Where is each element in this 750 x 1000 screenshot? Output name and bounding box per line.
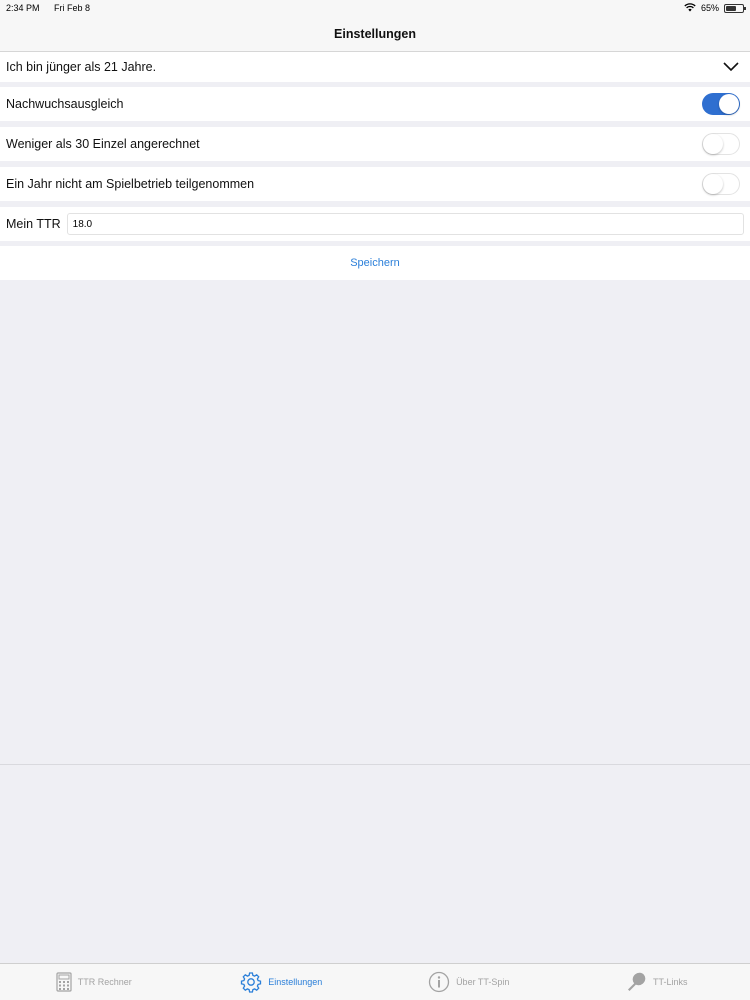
weniger30-toggle[interactable]	[702, 133, 740, 155]
tab-tt-links[interactable]: TT-Links	[563, 964, 750, 1000]
nachwuchs-label: Nachwuchsausgleich	[6, 97, 124, 111]
paddle-icon	[625, 971, 647, 993]
ttr-input[interactable]	[66, 213, 744, 235]
battery-icon	[724, 3, 746, 13]
wifi-icon	[684, 2, 696, 14]
battery-fill	[726, 5, 737, 11]
save-button[interactable]: Speichern	[0, 246, 750, 280]
status-left: 2:34 PM Fri Feb 8	[6, 3, 102, 13]
divider	[0, 764, 750, 765]
setting-row-einjahr: Ein Jahr nicht am Spielbetrieb teilgenom…	[0, 167, 750, 201]
setting-row-ttr: Mein TTR	[0, 207, 750, 241]
weniger30-label: Weniger als 30 Einzel angerechnet	[6, 137, 200, 151]
nachwuchs-toggle[interactable]	[702, 93, 740, 115]
setting-row-nachwuchs: Nachwuchsausgleich	[0, 87, 750, 121]
tab-label: TTR Rechner	[77, 977, 132, 987]
tab-label: Über TT-Spin	[456, 977, 510, 987]
chevron-down-icon	[722, 60, 744, 75]
gear-icon	[240, 971, 262, 993]
tab-ttr-rechner[interactable]: TTR Rechner	[0, 964, 188, 1000]
toggle-knob	[703, 134, 723, 154]
age-select-value: Ich bin jünger als 21 Jahre.	[6, 60, 157, 74]
save-label: Speichern	[350, 257, 400, 269]
status-bar: 2:34 PM Fri Feb 8 65%	[0, 0, 750, 16]
tab-bar: TTR Rechner Einstellungen Über TT-Spin T…	[0, 963, 750, 1000]
einjahr-label: Ein Jahr nicht am Spielbetrieb teilgenom…	[6, 177, 255, 191]
toggle-knob	[719, 94, 739, 114]
setting-row-weniger30: Weniger als 30 Einzel angerechnet	[0, 127, 750, 161]
age-select[interactable]: Ich bin jünger als 21 Jahre.	[0, 52, 750, 82]
toggle-knob	[703, 174, 723, 194]
battery-percent: 65%	[700, 3, 719, 13]
tab-ueber-tt-spin[interactable]: Über TT-Spin	[375, 964, 563, 1000]
status-right: 65%	[684, 2, 746, 14]
calculator-icon	[56, 972, 72, 992]
tab-label: TT-Links	[652, 977, 688, 987]
tab-label: Einstellungen	[268, 977, 323, 987]
ttr-label: Mein TTR	[6, 217, 61, 231]
status-date: Fri Feb 8	[54, 3, 91, 13]
info-icon	[428, 971, 450, 993]
status-time: 2:34 PM	[6, 3, 40, 13]
page-title: Einstellungen	[334, 26, 416, 41]
tab-einstellungen[interactable]: Einstellungen	[188, 964, 376, 1000]
nav-bar: Einstellungen	[0, 16, 750, 52]
einjahr-toggle[interactable]	[702, 173, 740, 195]
